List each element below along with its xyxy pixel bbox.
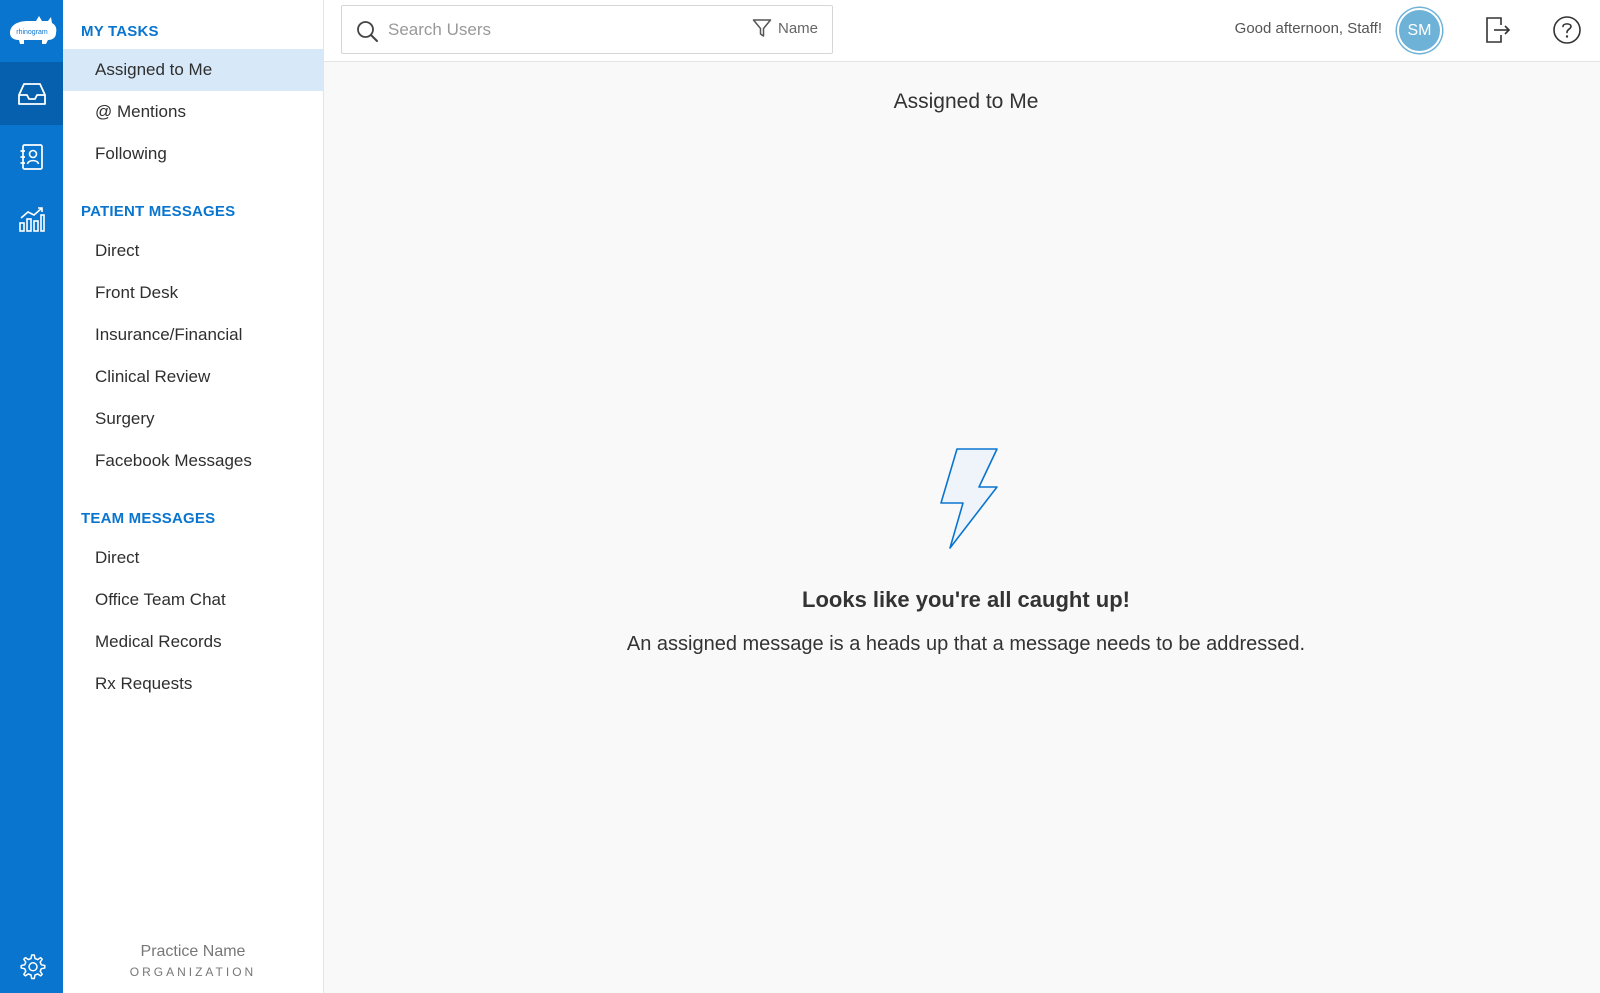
sidebar-item-rx-requests[interactable]: Rx Requests [63,663,323,705]
settings-button[interactable] [0,947,63,987]
inbox-icon [17,82,46,105]
practice-info: Practice Name ORGANIZATION [63,943,323,979]
user-search: Name [341,5,833,54]
search-icon [357,21,378,42]
patient-messages-heading: PATIENT MESSAGES [81,203,236,220]
top-bar: Name Good afternoon, Staff! SM [324,0,1600,62]
rail-contacts-button[interactable] [0,125,63,188]
page-title: Assigned to Me [893,90,1039,113]
channel-sidebar: MY TASKS Assigned to Me @ Mentions Follo… [63,0,324,993]
practice-name: Practice Name [140,943,246,960]
search-filter-button[interactable]: Name [752,18,818,38]
sidebar-item-insurance-financial[interactable]: Insurance/Financial [63,314,323,356]
lightning-bolt-icon [940,448,998,549]
sidebar-item-team-direct[interactable]: Direct [63,537,323,579]
sidebar-item-medical-records[interactable]: Medical Records [63,621,323,663]
search-users-input[interactable] [388,14,728,46]
team-messages-heading: TEAM MESSAGES [81,510,216,527]
empty-state-heading: Looks like you're all caught up! [802,587,1130,612]
sidebar-item-surgery[interactable]: Surgery [63,398,323,440]
rhinogram-logo[interactable]: rhinogram [4,12,59,48]
sidebar-item-following[interactable]: Following [63,133,323,175]
logout-button[interactable] [1482,14,1514,46]
rail-analytics-button[interactable] [0,187,63,250]
help-button[interactable] [1551,14,1583,46]
sidebar-item-patient-direct[interactable]: Direct [63,230,323,272]
logout-icon [1486,17,1511,43]
logo-text: rhinogram [16,29,48,36]
analytics-icon [18,206,45,232]
gear-icon [19,954,46,980]
organization-label: ORGANIZATION [129,965,257,979]
my-tasks-heading: MY TASKS [81,23,159,40]
help-icon [1553,16,1581,44]
rhino-logo-icon: rhinogram [9,16,56,44]
sidebar-item-facebook-messages[interactable]: Facebook Messages [63,440,323,482]
sidebar-item-front-desk[interactable]: Front Desk [63,272,323,314]
contacts-icon [20,143,43,170]
sidebar-item-clinical-review[interactable]: Clinical Review [63,356,323,398]
empty-state-text: An assigned message is a heads up that a… [626,633,1306,655]
sidebar-item-office-team-chat[interactable]: Office Team Chat [63,579,323,621]
sidebar-item-mentions[interactable]: @ Mentions [63,91,323,133]
rail-inbox-button[interactable] [0,62,63,125]
greeting-text: Good afternoon, Staff! [1234,20,1382,37]
filter-label: Name [777,19,818,37]
main-content: Assigned to Me Looks like you're all cau… [324,62,1600,993]
sidebar-item-assigned-to-me[interactable]: Assigned to Me [63,49,323,91]
user-avatar[interactable]: SM [1397,8,1442,53]
icon-rail: rhinogram [0,0,63,993]
filter-icon [752,19,772,37]
empty-state: Looks like you're all caught up! An assi… [324,447,1600,656]
